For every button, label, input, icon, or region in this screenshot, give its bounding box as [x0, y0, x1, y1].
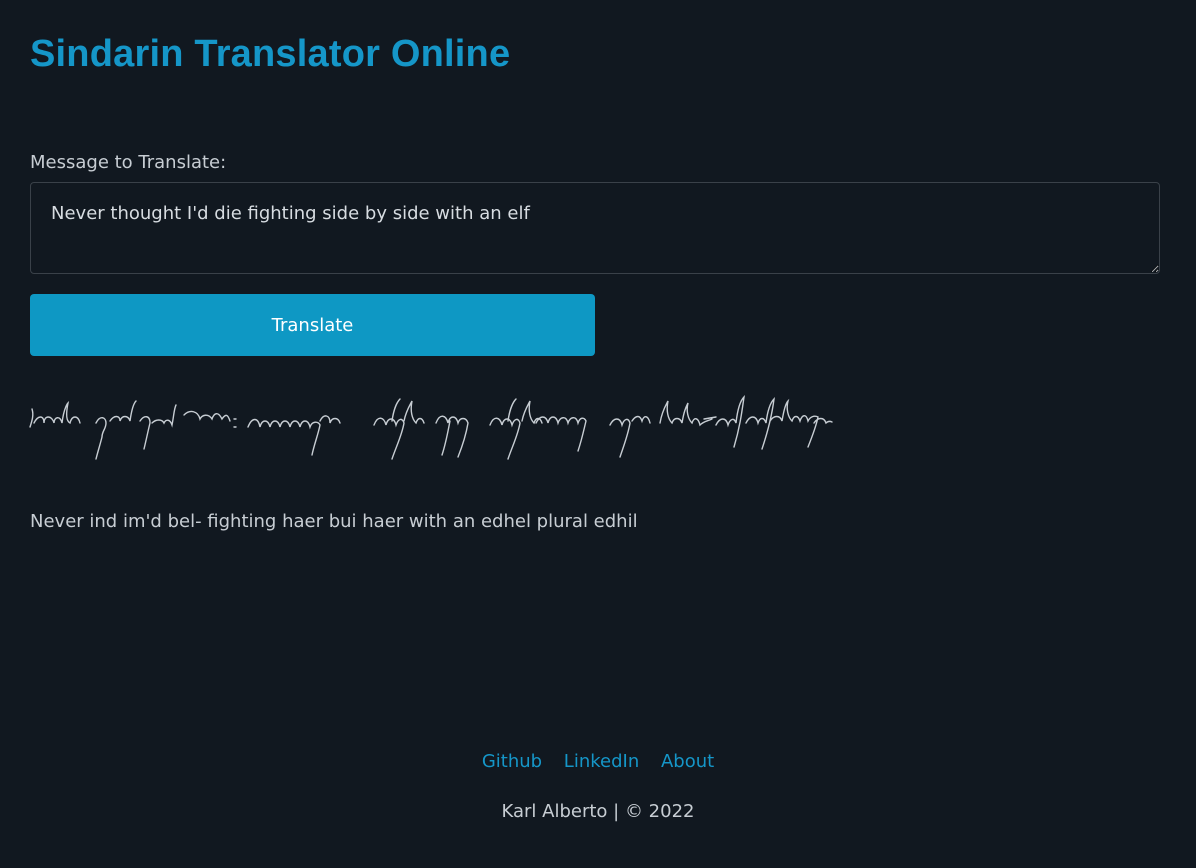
- page-title: Sindarin Translator Online: [30, 33, 511, 75]
- translation-result: Never ind im'd bel- fighting haer bui ha…: [30, 511, 638, 532]
- tengwar-script-output: [29, 395, 833, 460]
- copyright-text: Karl Alberto | © 2022: [501, 801, 695, 822]
- translate-button[interactable]: Translate: [30, 294, 595, 356]
- github-link[interactable]: Github: [482, 751, 542, 772]
- message-label: Message to Translate:: [30, 152, 227, 173]
- message-input[interactable]: [30, 182, 1160, 274]
- linkedin-link[interactable]: LinkedIn: [564, 751, 639, 772]
- footer-links: Github LinkedIn About: [0, 751, 1196, 772]
- about-link[interactable]: About: [661, 751, 714, 772]
- page: Sindarin Translator Online Message to Tr…: [0, 0, 1196, 868]
